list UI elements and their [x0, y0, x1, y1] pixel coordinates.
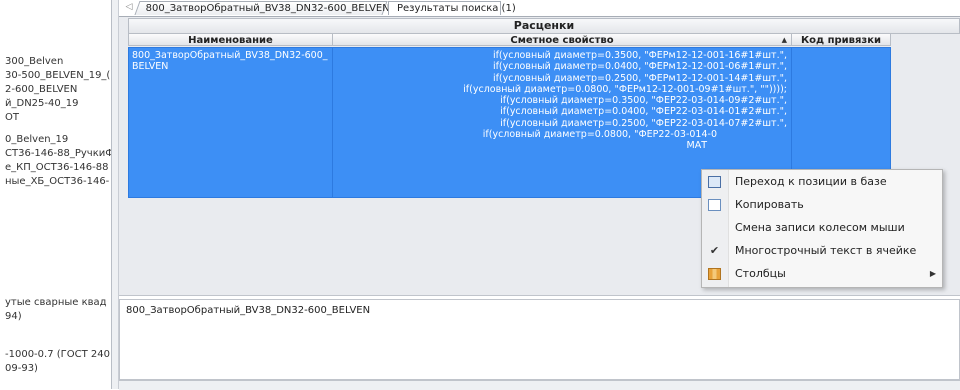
grid-caption: Расценки — [128, 18, 960, 34]
menu-item-wheel-switch[interactable]: Смена записи колесом мыши — [702, 217, 942, 239]
check-icon: ✔ — [709, 244, 720, 257]
menu-item-label: Многострочный текст в ячейке — [735, 244, 917, 257]
column-header-name[interactable]: Наименование — [128, 33, 333, 46]
tree-item[interactable]: СТ36-146-88_РучкиФ — [5, 147, 111, 160]
columns-icon — [708, 268, 721, 280]
tree-item[interactable]: 09-93) — [5, 362, 38, 375]
submenu-arrow-icon: ▶ — [929, 269, 936, 278]
panel-splitter[interactable] — [111, 0, 119, 389]
tab-scroll-left-icon[interactable]: ◁ — [123, 1, 135, 14]
menu-item-columns[interactable]: Столбцы ▶ — [702, 263, 942, 285]
property-line: if(условный диаметр=0.0800, "ФЕР22-03-01… — [482, 129, 717, 141]
detail-text-area[interactable]: 800_ЗатворОбратный_BV38_DN32-600_BELVEN — [119, 299, 960, 380]
tree-item[interactable]: ные_ХБ_ОСТ36-146- — [5, 175, 109, 188]
menu-item-label: Столбцы — [735, 267, 786, 280]
tree-item[interactable]: -1000-0.7 (ГОСТ 240 — [5, 348, 110, 361]
property-line: if(условный диаметр=0.2500, "ФЕР22-03-01… — [500, 117, 787, 129]
left-tree-panel: 300_Belven 30-500_BELVEN_19_( 2-600_BELV… — [0, 0, 111, 389]
tree-item[interactable]: е_КП_ОСТ36-146-88 — [5, 161, 109, 174]
menu-item-goto-base[interactable]: Переход к позиции в базе — [702, 171, 942, 193]
property-line: if(условный диаметр=0.3500, "ФЕР22-03-01… — [500, 95, 787, 107]
context-menu: Переход к позиции в базе Копировать Смен… — [701, 169, 943, 288]
tree-item[interactable]: й_DN25-40_19 — [5, 97, 78, 110]
tab-search-results[interactable]: Результаты поиска (1) — [388, 1, 516, 15]
menu-item-label: Смена записи колесом мыши — [735, 221, 905, 234]
property-line: if(условный диаметр=0.0400, "ФЕРм12-12-0… — [492, 61, 787, 73]
property-line: if(условный диаметр=0.2500, "ФЕРм12-12-0… — [492, 72, 787, 84]
menu-item-copy[interactable]: Копировать — [702, 194, 942, 216]
property-line: if(условный диаметр=0.0400, "ФЕР22-03-01… — [500, 106, 787, 118]
copy-icon — [708, 199, 721, 211]
sort-asc-icon: ▲ — [781, 36, 787, 44]
menu-item-label: Копировать — [735, 198, 804, 211]
tree-item[interactable]: утые сварные квад — [5, 296, 107, 309]
tab-object[interactable]: 800_ЗатворОбратный_BV38_DN32-600_BELVEN — [134, 1, 390, 15]
column-header-code[interactable]: Код привязки — [791, 33, 891, 46]
column-header-property[interactable]: Сметное свойство ▲ — [332, 33, 792, 46]
book-icon — [708, 176, 721, 188]
tree-item[interactable]: ОТ — [5, 111, 19, 124]
property-line: if(условный диаметр=0.0800, "ФЕРм12-12-0… — [463, 83, 787, 95]
property-line: МАТ — [686, 140, 708, 152]
tree-item[interactable]: 30-500_BELVEN_19_( — [5, 69, 110, 82]
tab-strip: ◁ 800_ЗатворОбратный_BV38_DN32-600_BELVE… — [119, 0, 960, 17]
tree-item[interactable]: 2-600_BELVEN — [5, 83, 77, 96]
property-line: if(условный диаметр=0.3500, "ФЕРм12-12-0… — [492, 50, 787, 61]
tab-label: 800_ЗатворОбратный_BV38_DN32-600_BELVEN — [145, 3, 390, 14]
tree-item[interactable]: 300_Belven — [5, 55, 63, 68]
detail-text: 800_ЗатворОбратный_BV38_DN32-600_BELVEN — [126, 305, 371, 316]
column-header-label: Сметное свойство — [510, 35, 614, 46]
tree-item[interactable]: 94) — [5, 310, 22, 323]
menu-item-label: Переход к позиции в базе — [735, 175, 887, 188]
cell-name[interactable]: 800_ЗатворОбратный_BV38_DN32-600_BELVEN — [128, 47, 333, 198]
menu-item-multiline[interactable]: ✔ Многострочный текст в ячейке — [702, 240, 942, 262]
tree-item[interactable]: 0_Belven_19 — [5, 133, 68, 146]
